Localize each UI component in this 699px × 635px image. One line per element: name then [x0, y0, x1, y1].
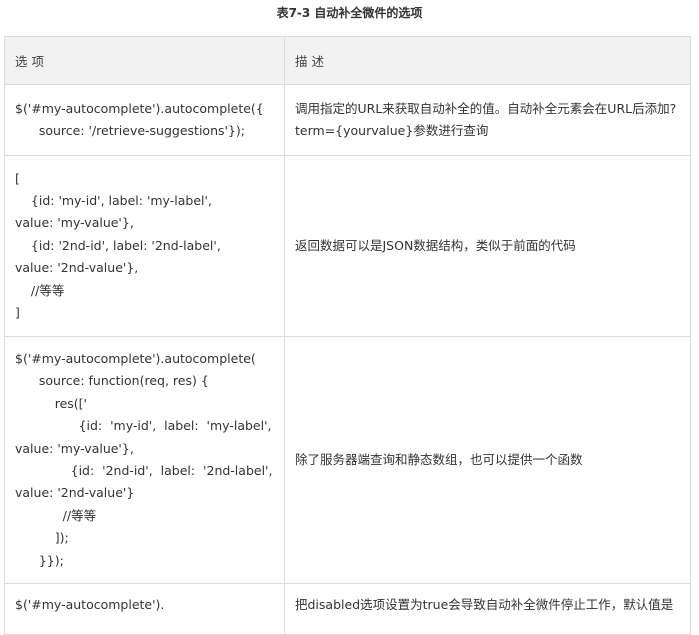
description-cell: 把disabled选项设置为true会导致自动补全微件停止工作，默认值是 — [284, 583, 691, 635]
code-line: }}); — [15, 552, 64, 568]
code-line: [ — [15, 170, 20, 186]
code-line: value: 'my-value'}, — [15, 215, 134, 231]
table-header-row: 选 项 描 述 — [4, 36, 691, 85]
code-line: value: '2nd-value'}, — [15, 260, 139, 276]
option-code-cell: $('#my-autocomplete').autocomplete( sour… — [4, 336, 285, 584]
option-code-cell: [ {id: 'my-id', label: 'my-label', value… — [4, 155, 285, 337]
code-line: res([' — [15, 395, 87, 411]
code-line: {id: 'my-id', label: 'my-label', — [15, 192, 212, 208]
header-option: 选 项 — [4, 36, 285, 85]
option-code-cell: $('#my-autocomplete'). — [4, 583, 285, 635]
code-line: ]); — [15, 530, 69, 546]
options-table: 选 项 描 述 $('#my-autocomplete').autocomple… — [4, 36, 691, 635]
code-line: $('#my-autocomplete').autocomplete({ — [15, 100, 264, 116]
description-cell: 除了服务器端查询和静态数组，也可以提供一个函数 — [284, 336, 691, 584]
code-line: {id: 'my-id', label: 'my-label', — [15, 418, 272, 434]
code-line: value: '2nd-value'} — [15, 485, 135, 501]
table-row: $('#my-autocomplete').autocomplete({ sou… — [4, 84, 691, 156]
code-line: source: '/retrieve-suggestions'}); — [15, 123, 245, 138]
code-line: source: function(req, res) { — [15, 373, 209, 389]
code-line: value: 'my-value'}, — [15, 440, 134, 456]
description-cell: 返回数据可以是JSON数据结构，类似于前面的代码 — [284, 155, 691, 337]
code-line: {id: '2nd-id', label: '2nd-label', — [15, 463, 273, 478]
header-description: 描 述 — [284, 36, 691, 85]
code-line: //等等 — [15, 507, 97, 523]
description-cell: 调用指定的URL来获取自动补全的值。自动补全元素会在URL后添加?term={y… — [284, 84, 691, 156]
table-row: $('#my-autocomplete'). 把disabled选项设置为tru… — [4, 583, 691, 635]
code-line: ] — [15, 305, 20, 321]
option-code-cell: $('#my-autocomplete').autocomplete({ sou… — [4, 84, 285, 156]
table-row: $('#my-autocomplete').autocomplete( sour… — [4, 336, 691, 584]
table-caption: 表7-3 自动补全微件的选项 — [276, 6, 423, 20]
table-row: [ {id: 'my-id', label: 'my-label', value… — [4, 155, 691, 337]
code-line: {id: '2nd-id', label: '2nd-label', — [15, 237, 221, 253]
code-line: //等等 — [15, 282, 65, 298]
code-line: $('#my-autocomplete'). — [15, 597, 165, 612]
code-line: $('#my-autocomplete').autocomplete( — [15, 350, 256, 366]
